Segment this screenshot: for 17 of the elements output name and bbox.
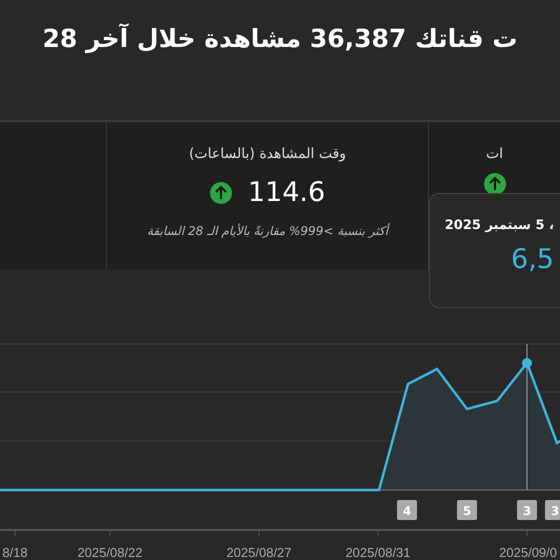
metric-title: وقت المشاهدة (بالساعات) bbox=[188, 145, 346, 164]
video-marker[interactable]: 4 bbox=[397, 500, 417, 520]
axis-label: 2025/08/31 bbox=[345, 545, 411, 560]
headline: ت قناتك 36,387 مشاهدة خلال آخر 28 bbox=[42, 24, 518, 56]
video-marker[interactable]: 5 bbox=[457, 500, 477, 520]
video-marker[interactable]: 3 bbox=[517, 500, 537, 520]
video-marker[interactable]: 3 bbox=[545, 500, 560, 520]
hover-point bbox=[522, 358, 532, 368]
tooltip-value: 6,5 bbox=[510, 242, 554, 276]
comparison-text: أكثر بنسبة >999% مقارنةً بالأيام الـ 28 السابقة bbox=[146, 222, 388, 240]
axis-label: 2025/09/0 bbox=[499, 545, 557, 560]
metric-title: ات bbox=[486, 145, 504, 164]
tooltip-date: ، 5 سبتمبر 2025 bbox=[444, 217, 554, 235]
axis-label: 8/18 bbox=[2, 545, 28, 560]
axis-label: 2025/08/27 bbox=[226, 545, 292, 560]
axis-label: 2025/08/22 bbox=[77, 545, 143, 560]
metric-value: 114.6 bbox=[248, 176, 326, 210]
